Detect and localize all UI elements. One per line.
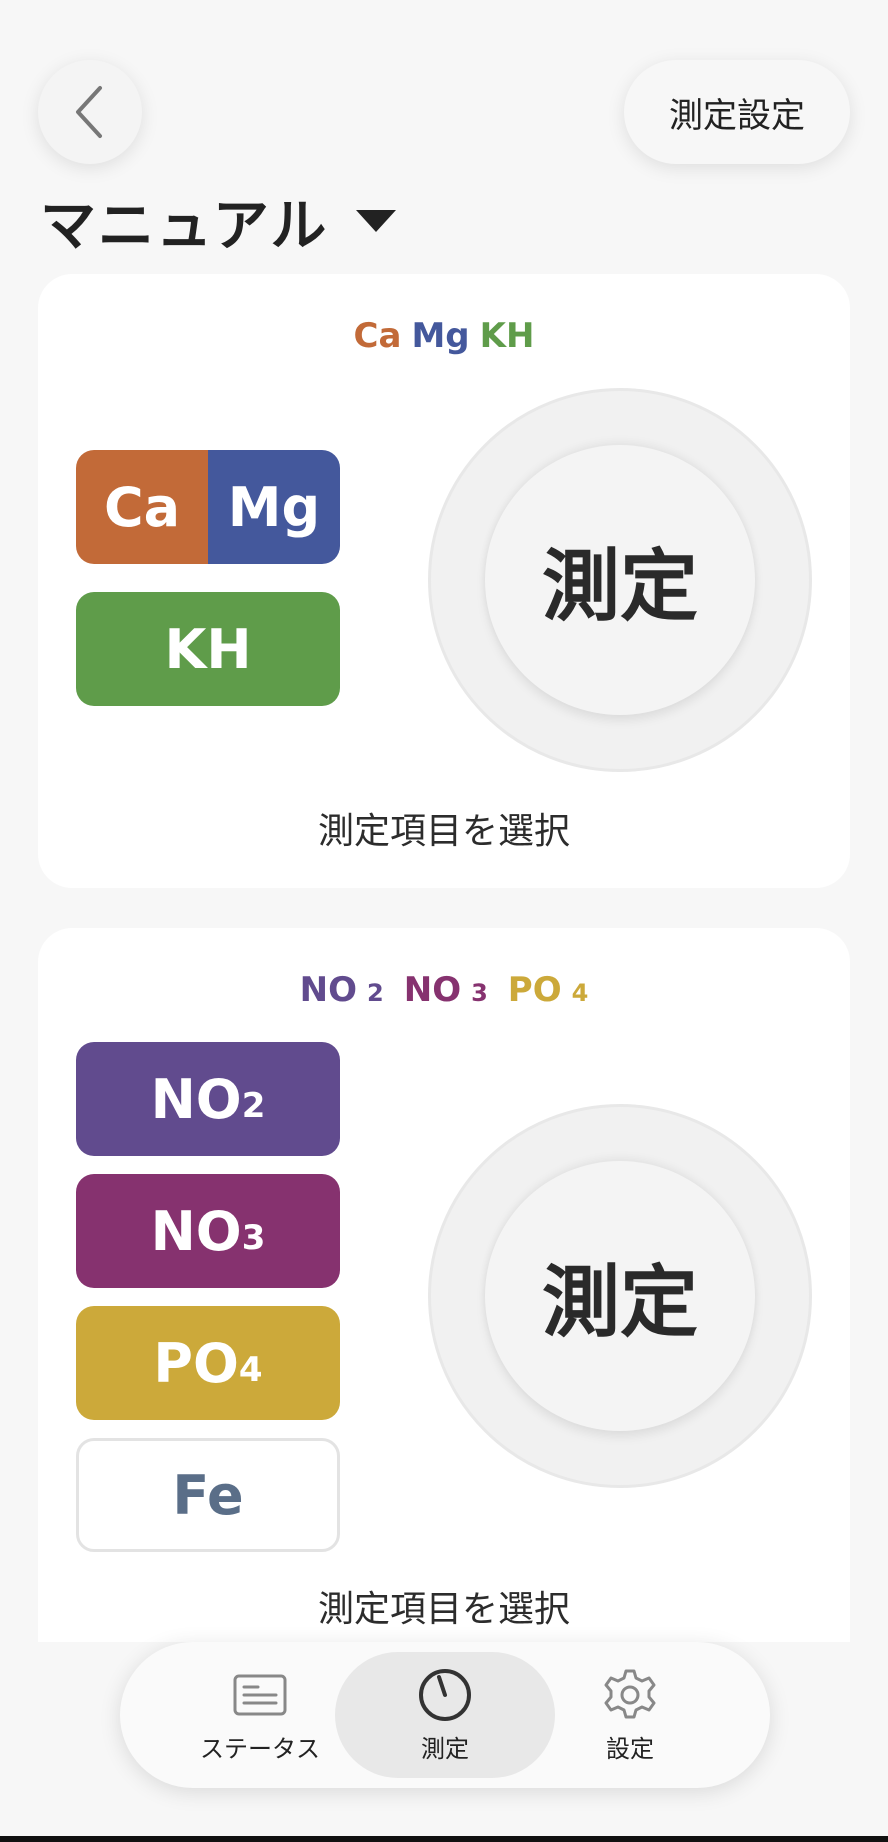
header-mg: Mg xyxy=(411,316,470,356)
tile-kh[interactable]: KH xyxy=(76,592,340,706)
header-no2: NO 2 xyxy=(295,970,389,1010)
status-card-icon xyxy=(232,1667,288,1723)
chevron-left-icon xyxy=(76,86,102,138)
tile-no3-base: NO xyxy=(150,1199,242,1263)
measure-button-label: 測定 xyxy=(541,542,698,632)
header-no2-base: NO xyxy=(299,970,358,1010)
select-items-label: 測定項目を選択 xyxy=(317,811,570,852)
card-header: NO 2 NO 3 PO 4 xyxy=(38,970,850,1010)
measure-button-face: 測定 xyxy=(485,445,755,715)
tile-no3-sub: 3 xyxy=(241,1218,266,1258)
tile-po4-sub: 4 xyxy=(238,1350,263,1390)
tile-ca[interactable]: Ca xyxy=(76,450,208,564)
select-items-label: 測定項目を選択 xyxy=(317,1589,570,1630)
measurement-settings-label: 測定設定 xyxy=(669,95,805,136)
nav-settings-label: 設定 xyxy=(606,1734,654,1763)
measure-button-label: 測定 xyxy=(541,1258,698,1348)
tile-fe[interactable]: Fe xyxy=(76,1438,340,1552)
card-header: Ca Mg KH xyxy=(38,316,850,356)
tile-no2-sub: 2 xyxy=(241,1086,266,1126)
nav-item-settings[interactable]: 設定 xyxy=(520,1642,740,1788)
gauge-icon xyxy=(417,1667,473,1723)
caret-down-icon xyxy=(356,210,397,232)
measurement-card-ca-mg-kh: Ca Mg KH Ca Mg KH 測定 測定項目を選択 xyxy=(38,274,850,888)
nav-status-label: ステータス xyxy=(200,1734,320,1763)
back-button[interactable] xyxy=(38,60,142,164)
header-po4-base: PO xyxy=(507,970,562,1010)
tile-no2[interactable]: NO 2 xyxy=(76,1042,340,1156)
header-ca: Ca xyxy=(353,316,402,356)
tile-ca-label: Ca xyxy=(103,475,181,539)
measure-button[interactable]: 測定 xyxy=(428,1104,812,1488)
mode-title: マニュアル xyxy=(40,193,329,259)
tile-po4-base: PO xyxy=(153,1331,239,1395)
header-no2-sub: 2 xyxy=(367,979,384,1007)
header-kh: KH xyxy=(479,316,535,356)
tile-kh-label: KH xyxy=(164,617,252,681)
header-po4: PO 4 xyxy=(503,970,594,1010)
tile-fe-label: Fe xyxy=(172,1463,244,1527)
bottom-nav: ステータス 測定 設定 xyxy=(120,1642,770,1788)
home-indicator-bar xyxy=(0,1836,888,1842)
mode-selector[interactable]: マニュアル xyxy=(40,186,397,259)
tile-no2-base: NO xyxy=(150,1067,242,1131)
nav-measure-label: 測定 xyxy=(421,1734,469,1763)
measurement-settings-button[interactable]: 測定設定 xyxy=(624,60,850,164)
tile-mg[interactable]: Mg xyxy=(208,450,340,564)
measurement-card-no2-no3-po4: NO 2 NO 3 PO 4 NO 2 NO 3 PO 4 Fe 測定 測定項目を選択 xyxy=(38,928,850,1642)
header-no3: NO 3 xyxy=(399,970,493,1010)
header-po4-sub: 4 xyxy=(571,979,589,1007)
header-no3-base: NO xyxy=(403,970,462,1010)
measure-button[interactable]: 測定 xyxy=(428,388,812,772)
header-no3-sub: 3 xyxy=(471,979,488,1007)
measure-button-face: 測定 xyxy=(485,1161,755,1431)
tile-no3[interactable]: NO 3 xyxy=(76,1174,340,1288)
tile-po4[interactable]: PO 4 xyxy=(76,1306,340,1420)
tile-ca-mg[interactable]: Ca Mg xyxy=(76,450,340,564)
tile-mg-label: Mg xyxy=(227,475,321,539)
gear-icon xyxy=(602,1667,658,1723)
